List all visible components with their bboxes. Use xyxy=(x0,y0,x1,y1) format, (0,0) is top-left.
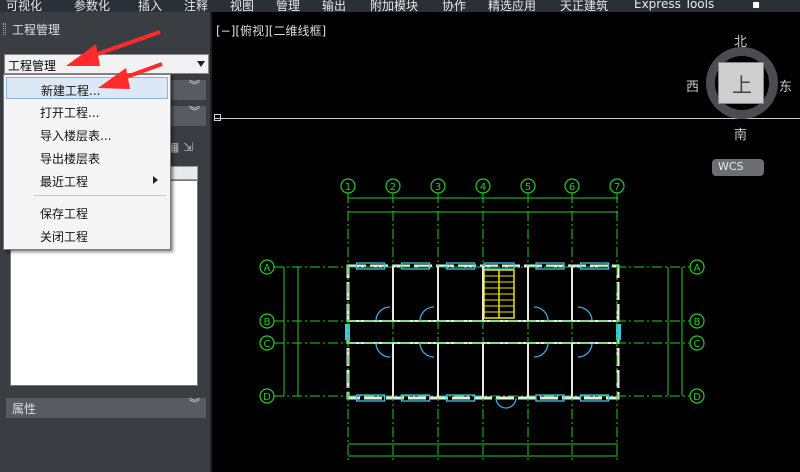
row-axis-label: A xyxy=(264,263,271,274)
row-axis-label: C xyxy=(264,339,271,350)
compass-south[interactable]: 南 xyxy=(734,124,747,143)
compass-east[interactable]: 东 xyxy=(779,76,792,95)
floor-plan-drawing: 1234567 A AB BC CD D xyxy=(259,178,705,462)
row-axis-label: C xyxy=(694,339,701,350)
viewcube-top-face[interactable]: 上 xyxy=(718,62,764,104)
compass-west[interactable]: 西 xyxy=(686,76,699,95)
ucs-label: WCS xyxy=(718,160,744,173)
row-axis-label: B xyxy=(694,317,701,328)
row-axis-label: D xyxy=(693,392,701,403)
viewcube-face-label: 上 xyxy=(732,73,752,97)
row-axis-label: A xyxy=(694,263,701,274)
column-axis-label: 6 xyxy=(569,182,575,193)
compass-north[interactable]: 北 xyxy=(734,31,747,50)
column-axis-label: 5 xyxy=(525,182,531,193)
column-axis-label: 7 xyxy=(614,182,620,193)
column-axis-label: 4 xyxy=(480,182,486,193)
column-axis-label: 1 xyxy=(345,182,351,193)
column-axis-label: 3 xyxy=(435,182,441,193)
row-axis-label: B xyxy=(264,317,271,328)
row-axis-label: D xyxy=(263,392,271,403)
ucs-menu[interactable]: WCS xyxy=(712,159,764,176)
column-axis-label: 2 xyxy=(390,182,396,193)
